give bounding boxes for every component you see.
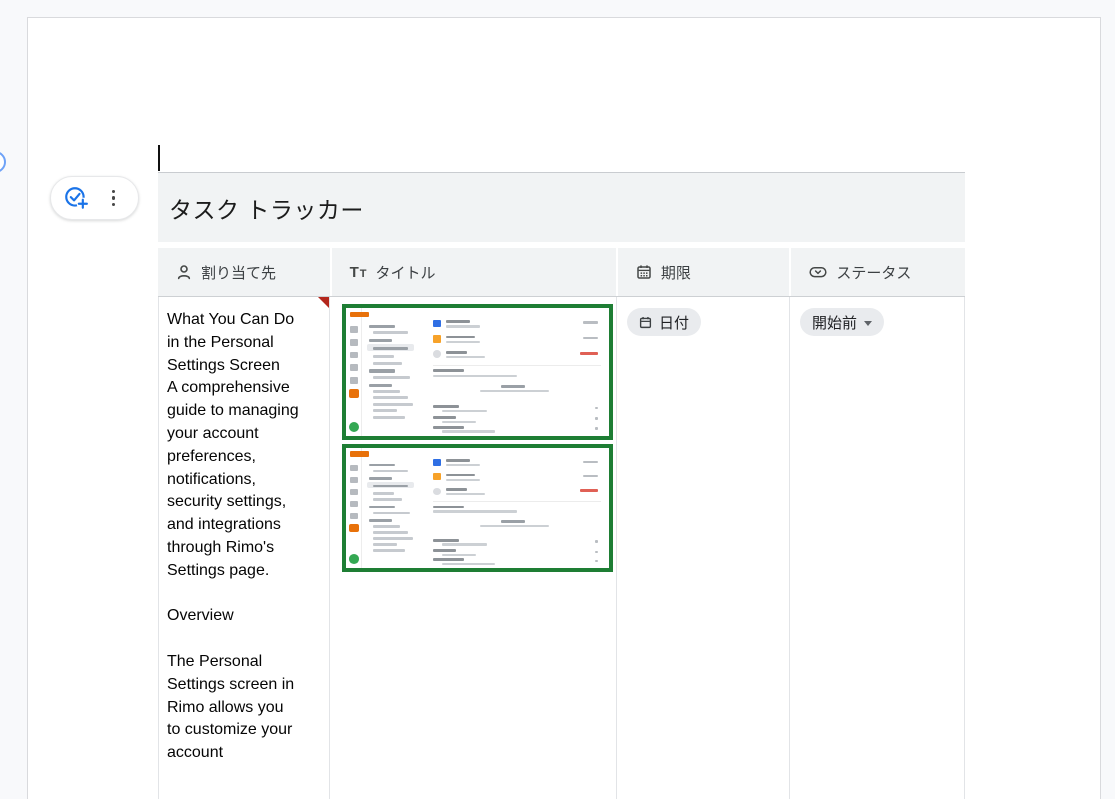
table-title: タスク トラッカー: [169, 191, 364, 225]
date-chip-label: 日付: [659, 312, 689, 333]
column-label: 期限: [661, 262, 691, 283]
text-cursor-caret: [158, 145, 160, 171]
cell-due[interactable]: 日付: [617, 297, 790, 799]
person-icon: [176, 264, 192, 280]
paragraph: The Personal Settings screen in Rimo all…: [167, 651, 299, 765]
column-label: 割り当て先: [201, 262, 276, 283]
table-header-row: 割り当て先 TT タイトル 期限 ステータス: [158, 248, 965, 297]
cell-assignee[interactable]: What You Can Do in the Personal Settings…: [158, 297, 330, 799]
comment-marker-icon[interactable]: [318, 297, 329, 308]
title-format-icon: TT: [350, 264, 367, 281]
attachment-thumbnail-1[interactable]: [342, 304, 613, 440]
date-chip[interactable]: 日付: [627, 308, 701, 336]
settings-screenshot-preview: [346, 448, 609, 568]
cell-status[interactable]: 開始前: [790, 297, 965, 799]
status-chip-label: 開始前: [812, 312, 857, 333]
status-oval-icon: [809, 264, 827, 280]
calendar-icon: [639, 316, 652, 329]
calendar-icon: [636, 264, 652, 280]
column-header-title[interactable]: TT タイトル: [332, 248, 616, 296]
paragraph: What You Can Do in the Personal Settings…: [167, 309, 299, 377]
assignee-text[interactable]: What You Can Do in the Personal Settings…: [159, 297, 307, 765]
google-docs-canvas: { "page": { "background_color": "#f8f9fb…: [0, 0, 1115, 799]
kebab-menu-icon: [112, 190, 116, 207]
column-header-status[interactable]: ステータス: [791, 248, 965, 296]
block-toolbar: [50, 176, 139, 220]
paragraph: [167, 583, 299, 606]
paragraph: A comprehensive guide to managing your a…: [167, 377, 299, 582]
table-title-bar[interactable]: タスク トラッカー: [158, 172, 965, 242]
paragraph: Overview: [167, 605, 299, 628]
cell-title[interactable]: [330, 297, 617, 799]
title-attachments: [330, 297, 616, 572]
table-data-row: What You Can Do in the Personal Settings…: [158, 297, 965, 799]
check-circle-plus-icon: [63, 185, 89, 211]
status-chip[interactable]: 開始前: [800, 308, 884, 336]
attachment-thumbnail-2[interactable]: [342, 444, 613, 572]
dropdown-arrow-icon: [864, 321, 872, 326]
column-header-assignee[interactable]: 割り当て先: [158, 248, 330, 296]
column-label: ステータス: [836, 262, 911, 283]
presence-indicator: [0, 151, 6, 173]
settings-screenshot-preview: [346, 308, 609, 436]
add-task-button[interactable]: [62, 184, 90, 212]
column-label: タイトル: [375, 262, 435, 283]
task-tracker-table: タスク トラッカー 割り当て先 TT タイトル: [158, 172, 965, 799]
column-header-due[interactable]: 期限: [618, 248, 790, 296]
more-options-button[interactable]: [100, 184, 128, 212]
paragraph: [167, 628, 299, 651]
